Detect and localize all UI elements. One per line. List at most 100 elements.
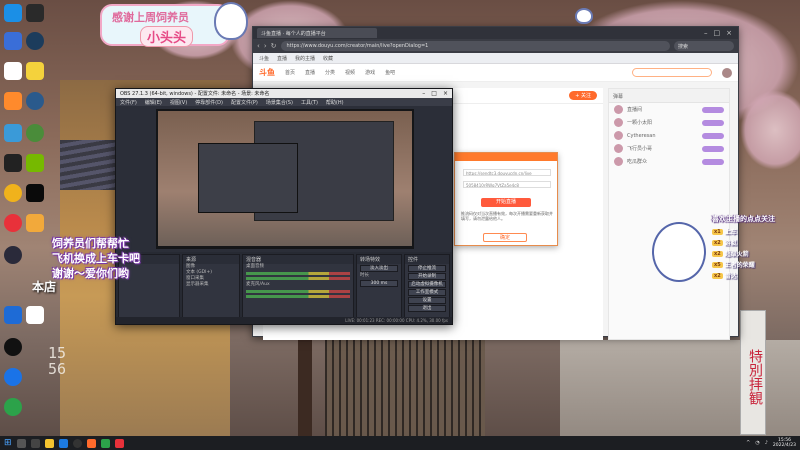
chat-row: 飞行员小哥 [609,142,729,155]
network-icon[interactable]: ◔ [755,440,759,446]
chat-header[interactable]: 弹幕 [609,89,729,103]
wechat-taskbar-icon[interactable] [100,438,110,448]
douyu-taskbar-icon[interactable] [86,438,96,448]
duration-input[interactable]: 300 ms [360,280,398,287]
stop-streaming-button[interactable]: 停止推流 [408,265,446,272]
minimize-icon[interactable]: – [704,29,708,37]
back-icon[interactable]: ‹ [257,42,260,50]
bookmark-item[interactable]: 斗鱼 [259,55,269,62]
maximize-icon[interactable]: □ [431,90,437,97]
task-view-icon[interactable] [30,438,40,448]
menu-item[interactable]: 帮助(H) [326,99,344,106]
gift-row: x1 上车 [712,226,798,237]
follow-button[interactable]: + 关注 [569,91,597,100]
bookmark-item[interactable]: 收藏 [323,55,333,62]
settings-icon[interactable] [4,32,22,50]
site-nav-item[interactable]: 分类 [325,69,335,76]
settings-button[interactable]: 设置 [408,297,446,304]
window-controls: – □ × [422,90,448,97]
network-icon[interactable] [26,92,44,110]
app-icon[interactable] [26,306,44,324]
transition-select[interactable]: 淡入淡出 [360,265,398,272]
site-nav-item[interactable]: 首页 [285,69,295,76]
close-icon[interactable]: × [726,29,732,37]
exit-button[interactable]: 退出 [408,305,446,312]
cloud-app-icon[interactable] [26,62,44,80]
close-icon[interactable]: × [443,90,448,97]
obs-taskbar-icon[interactable] [72,438,82,448]
thanks-line: 感谢上周饲养员 [112,11,189,24]
tool-icon[interactable] [4,154,22,172]
volume-meter[interactable] [246,277,350,280]
browser-tabbar: 斗鱼直播 · 每个人的直播平台 – □ × [253,27,738,39]
obs-app-icon[interactable] [26,4,44,22]
volume-meter[interactable] [246,272,350,275]
obs-preview[interactable] [156,109,414,249]
menu-item[interactable]: 文件(F) [120,99,137,106]
chrome-icon[interactable] [26,124,44,142]
server-field[interactable]: https://sendtc3.douyucdn.cn/live [463,169,551,176]
menu-item[interactable]: 编辑(E) [145,99,162,106]
site-search-input[interactable] [632,68,712,77]
steam-icon[interactable] [4,246,22,264]
app-icon[interactable] [4,368,22,386]
search-icon[interactable] [16,438,26,448]
virtual-camera-button[interactable]: 启动虚拟摄像机 [408,281,446,288]
dialog-note: 推流码仅对当次直播有效，每次开播需要重新获取并填写，请勿泄露给他人。 [461,211,553,221]
dialog-header [455,153,557,161]
folder-icon[interactable] [4,124,22,142]
app-taskbar-icon[interactable] [114,438,124,448]
site-logo[interactable]: 斗鱼 [259,67,275,78]
menu-item[interactable]: 配置文件(P) [231,99,258,106]
site-nav-item[interactable]: 游戏 [365,69,375,76]
bookmark-item[interactable]: 我的主播 [295,55,315,62]
menu-item[interactable]: 场景集合(S) [266,99,293,106]
game-icon[interactable] [4,92,22,110]
address-bar-row: ‹ › ↻ https://www.douyu.com/creator/main… [253,39,738,53]
studio-mode-button[interactable]: 工作室模式 [408,289,446,296]
app-icon[interactable] [26,214,44,232]
qq-icon[interactable] [4,338,22,356]
gift-name: 王者的荣耀 [724,262,755,269]
chevron-up-icon[interactable]: ^ [746,440,750,446]
douyu-app-icon[interactable] [4,4,22,22]
menu-item[interactable]: 工具(T) [301,99,318,106]
volume-meter[interactable] [246,290,350,293]
browser-tab[interactable]: 斗鱼直播 · 每个人的直播平台 [257,28,377,38]
gift-list: 喜欢主播的点点关注 x1 上车 x2 游艇 x2 超级火箭 x5 王者的荣耀 x2 雷达 [712,214,798,281]
file-explorer-icon[interactable] [44,438,54,448]
wechat-icon[interactable] [4,398,22,416]
browser-icon[interactable] [26,32,44,50]
windows-start-icon[interactable]: ⊞ [4,438,12,448]
forward-icon[interactable]: › [264,42,267,50]
volume-icon[interactable]: ♪ [765,440,768,446]
bookmark-item[interactable]: 直播 [277,55,287,62]
avatar[interactable] [722,67,732,78]
start-live-button[interactable]: 开始直播 [481,198,531,207]
url-input[interactable]: https://www.douyu.com/creator/main/live?… [280,41,670,51]
start-recording-button[interactable]: 开始录制 [408,273,446,280]
gift-name: 上车 [724,229,737,236]
site-nav-item[interactable]: 视频 [345,69,355,76]
app-icon[interactable] [4,306,22,324]
site-nav-item[interactable]: 直播 [305,69,315,76]
source-item[interactable]: 显示器采集 [183,282,239,288]
badge [702,145,724,152]
menu-item[interactable]: 停靠部件(D) [195,99,223,106]
maximize-icon[interactable]: □ [714,29,721,37]
stream-key-field[interactable]: 5058410rRWq7VtZa5e4c8 [463,181,551,188]
app-icon[interactable] [26,184,44,202]
refresh-icon[interactable]: ↻ [271,42,277,50]
edge-icon[interactable] [58,438,68,448]
recorder-icon[interactable] [4,184,22,202]
menu-item[interactable]: 视图(V) [170,99,187,106]
site-nav-item[interactable]: 鱼吧 [385,69,395,76]
volume-meter[interactable] [246,295,350,298]
nvidia-icon[interactable] [26,154,44,172]
browser-search-input[interactable]: 搜索 [674,41,734,51]
netease-music-icon[interactable] [4,214,22,232]
taskbar-clock[interactable]: 15:56 2022/4/23 [773,438,796,448]
ok-button[interactable]: 确定 [483,233,527,242]
capcut-icon[interactable] [4,62,22,80]
minimize-icon[interactable]: – [422,90,425,97]
